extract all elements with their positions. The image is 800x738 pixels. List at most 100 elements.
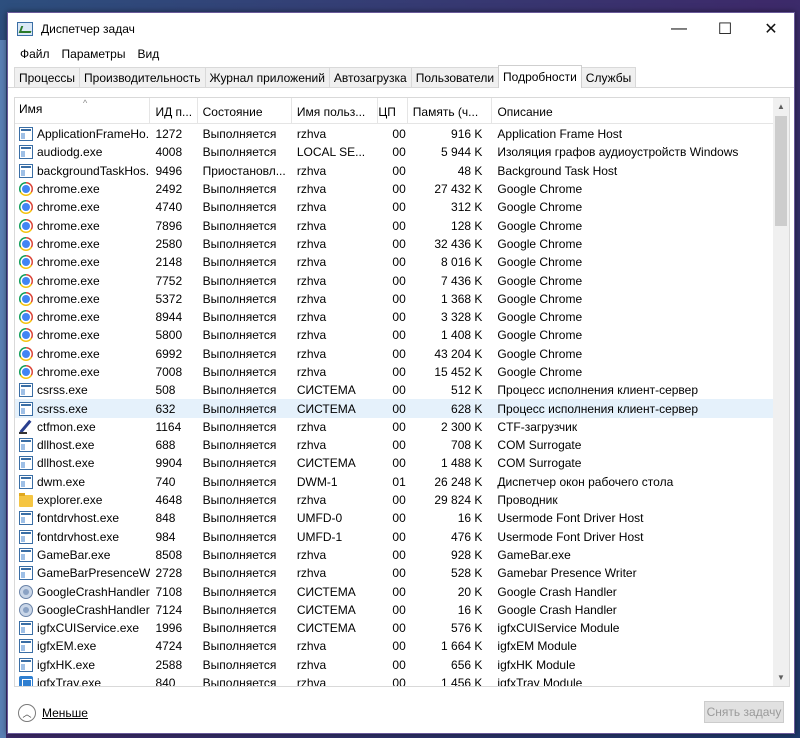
process-name-cell: chrome.exe (15, 346, 150, 361)
process-name: chrome.exe (37, 291, 100, 306)
process-memory: 916 K (451, 127, 483, 142)
chrome-icon (19, 328, 33, 343)
table-row[interactable]: chrome.exe 7008 Выполняется rzhva 00 15 452 K… (15, 363, 775, 381)
process-pid: 6992 (155, 346, 183, 361)
process-pid: 1164 (155, 419, 182, 434)
process-state: Выполняется (202, 676, 277, 687)
maximize-button[interactable]: ☐ (702, 13, 748, 44)
table-row[interactable]: chrome.exe 7896 Выполняется rzhva 00 128 K Goo… (15, 216, 775, 234)
column-header-pid[interactable]: ИД п... (150, 98, 198, 124)
chrome-icon (19, 310, 33, 325)
tab-app-history[interactable]: Журнал приложений (204, 67, 330, 87)
process-pid: 2728 (155, 566, 183, 581)
process-name-cell: chrome.exe (15, 310, 150, 325)
process-name: backgroundTaskHos... (37, 163, 151, 178)
table-row[interactable]: chrome.exe 4740 Выполняется rzhva 00 312 K Goo… (15, 198, 775, 216)
table-row[interactable]: fontdrvhost.exe 984 Выполняется UMFD-1 00 476… (15, 528, 775, 546)
table-row[interactable]: dwm.exe 740 Выполняется DWM-1 01 26 248 K Дисп… (15, 473, 775, 491)
table-row[interactable]: GoogleCrashHandler... 7124 Выполняется СИСТ… (15, 601, 775, 619)
table-row[interactable]: ApplicationFrameHo... 1272 Выполняется rzhv… (15, 125, 775, 143)
tab-services[interactable]: Службы (580, 67, 637, 87)
table-row[interactable]: igfxEM.exe 4724 Выполняется rzhva 00 1 664 K i… (15, 637, 775, 655)
process-cpu: 00 (392, 529, 406, 544)
process-memory: 32 436 K (434, 236, 483, 251)
menu-view[interactable]: Вид (131, 47, 165, 61)
vertical-scrollbar[interactable]: ▲ ▼ (773, 98, 789, 686)
process-description: Google Chrome (497, 182, 583, 197)
process-name-cell: dllhost.exe (15, 456, 150, 471)
process-name-cell: dwm.exe (15, 474, 150, 489)
column-header-description[interactable]: Описание (492, 98, 776, 124)
crash-handler-icon (19, 584, 33, 599)
process-user: СИСТЕМА (296, 584, 356, 599)
scroll-thumb[interactable] (775, 116, 787, 226)
column-header-cpu[interactable]: ЦП (378, 98, 408, 124)
process-name: chrome.exe (37, 346, 100, 361)
table-row[interactable]: GameBar.exe 8508 Выполняется rzhva 00 928 K Ga… (15, 546, 775, 564)
close-button[interactable]: ✕ (748, 13, 794, 44)
table-row[interactable]: explorer.exe 4648 Выполняется rzhva 00 29 824… (15, 491, 775, 509)
table-row[interactable]: igfxTray.exe 840 Выполняется rzhva 00 1 456 K… (15, 674, 775, 687)
app-icon (19, 566, 33, 581)
tab-performance[interactable]: Производительность (79, 67, 206, 87)
intel-graphics-icon (19, 676, 33, 686)
process-memory: 628 K (451, 401, 483, 416)
fewer-details-button[interactable]: ︿ Меньше (18, 704, 88, 722)
process-cpu: 00 (392, 438, 406, 453)
column-header-state[interactable]: Состояние (198, 98, 292, 124)
minimize-button[interactable]: — (656, 13, 702, 44)
app-icon (19, 163, 33, 178)
column-header-name[interactable]: Имя (15, 98, 151, 124)
title-bar[interactable]: Диспетчер задач — ☐ ✕ (8, 13, 794, 44)
tab-processes[interactable]: Процессы (14, 67, 81, 87)
menu-file[interactable]: Файл (14, 47, 56, 61)
table-row[interactable]: chrome.exe 2492 Выполняется rzhva 00 27 432 K… (15, 180, 775, 198)
tab-strip: Процессы Производительность Журнал прило… (8, 64, 794, 88)
table-row[interactable]: GoogleCrashHandler... 7108 Выполняется СИСТ… (15, 582, 775, 600)
table-row[interactable]: chrome.exe 2580 Выполняется rzhva 00 32 436 K… (15, 235, 775, 253)
chrome-icon (19, 218, 33, 233)
process-cpu: 00 (392, 602, 406, 617)
process-pid: 2580 (155, 236, 183, 251)
process-state: Выполняется (202, 145, 277, 160)
tab-users[interactable]: Пользователи (410, 67, 500, 87)
chrome-icon (19, 346, 33, 361)
table-row[interactable]: chrome.exe 5372 Выполняется rzhva 00 1 368 K G… (15, 290, 775, 308)
table-row[interactable]: GameBarPresenceWr... 2728 Выполняется rzhva… (15, 564, 775, 582)
scroll-up-arrow-icon[interactable]: ▲ (773, 98, 789, 115)
table-row[interactable]: chrome.exe 6992 Выполняется rzhva 00 43 204 K… (15, 345, 775, 363)
table-row[interactable]: backgroundTaskHos... 9496 Приостановл... rz… (15, 162, 775, 180)
table-row[interactable]: ctfmon.exe 1164 Выполняется rzhva 00 2 300 K C… (15, 418, 775, 436)
chrome-icon (19, 255, 33, 270)
column-header-memory[interactable]: Память (ч... (408, 98, 493, 124)
table-row[interactable]: dllhost.exe 9904 Выполняется СИСТЕМА 00 1 488… (15, 454, 775, 472)
process-description: Google Chrome (497, 273, 583, 288)
table-row[interactable]: csrss.exe 632 Выполняется СИСТЕМА 00 628 K Про… (15, 399, 775, 418)
column-header-user[interactable]: Имя польз... (292, 98, 379, 124)
process-state: Выполняется (202, 657, 277, 672)
table-row[interactable]: csrss.exe 508 Выполняется СИСТЕМА 00 512 K Про… (15, 381, 775, 399)
details-table: ^ Имя ИД п... Состояние Имя польз... ЦП … (14, 97, 790, 687)
process-state: Выполняется (202, 511, 277, 526)
scroll-down-arrow-icon[interactable]: ▼ (773, 669, 789, 686)
process-state: Выполняется (202, 438, 277, 453)
table-row[interactable]: dllhost.exe 688 Выполняется rzhva 00 708 K COM… (15, 436, 775, 454)
table-row[interactable]: chrome.exe 2148 Выполняется rzhva 00 8 016 K G… (15, 253, 775, 271)
table-row[interactable]: fontdrvhost.exe 848 Выполняется UMFD-0 00 16 … (15, 509, 775, 527)
table-row[interactable]: igfxHK.exe 2588 Выполняется rzhva 00 656 K igf… (15, 656, 775, 674)
process-user: rzhva (296, 547, 327, 562)
end-task-button[interactable]: Снять задачу (704, 701, 784, 723)
menu-options[interactable]: Параметры (56, 47, 132, 61)
table-row[interactable]: chrome.exe 7752 Выполняется rzhva 00 7 436 K G… (15, 271, 775, 289)
table-row[interactable]: chrome.exe 8944 Выполняется rzhva 00 3 328 K G… (15, 308, 775, 326)
process-user: rzhva (296, 182, 327, 197)
process-state: Выполняется (202, 328, 277, 343)
table-row[interactable]: igfxCUIService.exe 1996 Выполняется СИСТЕМА… (15, 619, 775, 637)
process-memory: 8 016 K (441, 255, 483, 270)
table-row[interactable]: audiodg.exe 4008 Выполняется LOCAL SE... 00 5… (15, 143, 775, 161)
tab-details[interactable]: Подробности (498, 65, 582, 88)
tab-startup[interactable]: Автозагрузка (328, 67, 412, 87)
process-name: chrome.exe (37, 255, 100, 270)
table-row[interactable]: chrome.exe 5800 Выполняется rzhva 00 1 408 K G… (15, 326, 775, 344)
process-user: СИСТЕМА (296, 456, 356, 471)
